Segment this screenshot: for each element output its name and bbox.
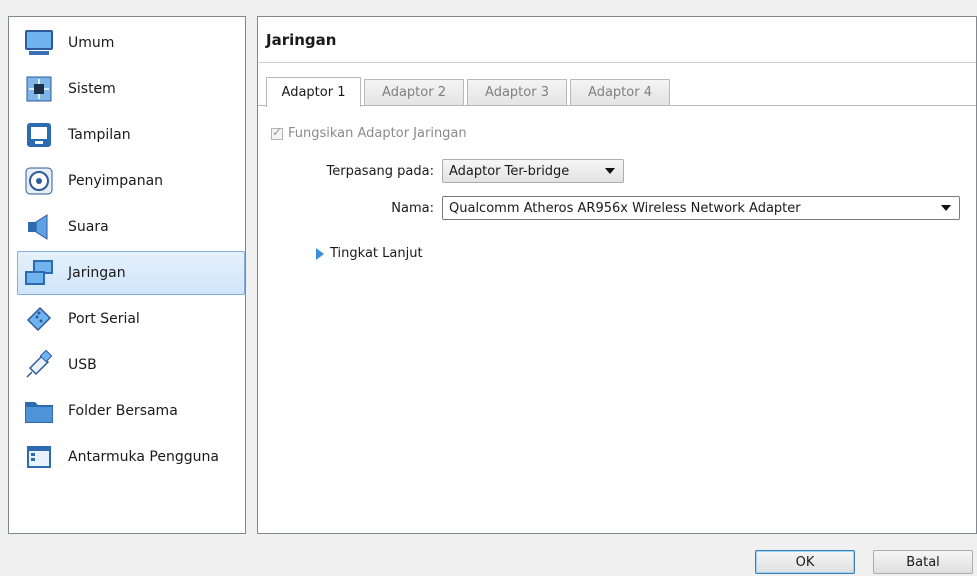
sidebar-item-label: Penyimpanan [68,173,164,189]
network-icon [22,256,56,290]
sidebar-item-usb[interactable]: USB [17,343,245,387]
tab-adaptor-4[interactable]: Adaptor 4 [570,79,670,105]
speaker-icon [22,210,56,244]
attached-to-dropdown[interactable]: Adaptor Ter-bridge [442,159,624,183]
cancel-button[interactable]: Batal [873,550,973,574]
checkbox-checked-icon [271,125,283,140]
tab-adaptor-3[interactable]: Adaptor 3 [467,79,567,105]
sidebar-item-port-serial[interactable]: Port Serial [17,297,245,341]
sidebar-item-label: Port Serial [68,311,140,327]
enable-adapter-checkbox[interactable]: Fungsikan Adaptor Jaringan [271,125,467,141]
sidebar-item-umum[interactable]: Umum [17,21,245,65]
sidebar-item-label: Jaringan [68,265,126,281]
chevron-down-icon [941,205,951,211]
chevron-down-icon [605,168,615,174]
sidebar-item-label: Tampilan [68,127,131,143]
attached-to-label: Terpasang pada: [326,164,434,179]
sidebar-item-label: USB [68,357,97,373]
settings-page-panel: Jaringan Adaptor 1 Adaptor 2 Adaptor 3 A… [257,16,977,534]
sidebar-item-label: Sistem [68,81,116,97]
sidebar-item-sistem[interactable]: Sistem [17,67,245,111]
enable-adapter-label: Fungsikan Adaptor Jaringan [288,126,467,141]
chip-icon [22,72,56,106]
page-title: Jaringan [258,17,976,63]
folder-icon [22,394,56,428]
adapter-name-value: Qualcomm Atheros AR956x Wireless Network… [449,200,801,216]
adapter-name-dropdown[interactable]: Qualcomm Atheros AR956x Wireless Network… [442,196,960,220]
sidebar-item-antarmuka-pengguna[interactable]: Antarmuka Pengguna [17,435,245,479]
sidebar-item-label: Suara [68,219,109,235]
ok-button[interactable]: OK [755,550,855,574]
serial-port-icon [22,302,56,336]
display-icon [22,118,56,152]
sidebar-item-penyimpanan[interactable]: Penyimpanan [17,159,245,203]
sidebar-item-jaringan[interactable]: Jaringan [17,251,245,295]
settings-category-list: Umum Sistem Tampilan Penyimpanan Suara J… [8,16,246,534]
advanced-expander[interactable]: Tingkat Lanjut [316,246,423,261]
adapter-tab-page: Fungsikan Adaptor Jaringan Terpasang pad… [258,105,976,535]
ui-window-icon [22,440,56,474]
expand-arrow-icon [316,247,324,260]
sidebar-item-label: Antarmuka Pengguna [68,449,219,465]
sidebar-item-folder-bersama[interactable]: Folder Bersama [17,389,245,433]
attached-to-value: Adaptor Ter-bridge [449,163,570,179]
advanced-label: Tingkat Lanjut [330,246,423,261]
sidebar-item-suara[interactable]: Suara [17,205,245,249]
tab-adaptor-2[interactable]: Adaptor 2 [364,79,464,105]
disk-icon [22,164,56,198]
usb-icon [22,348,56,382]
sidebar-item-tampilan[interactable]: Tampilan [17,113,245,157]
name-label: Nama: [391,201,434,216]
tab-adaptor-1[interactable]: Adaptor 1 [266,77,361,107]
monitor-icon [22,26,56,60]
sidebar-item-label: Folder Bersama [68,403,178,419]
sidebar-item-label: Umum [68,35,115,51]
